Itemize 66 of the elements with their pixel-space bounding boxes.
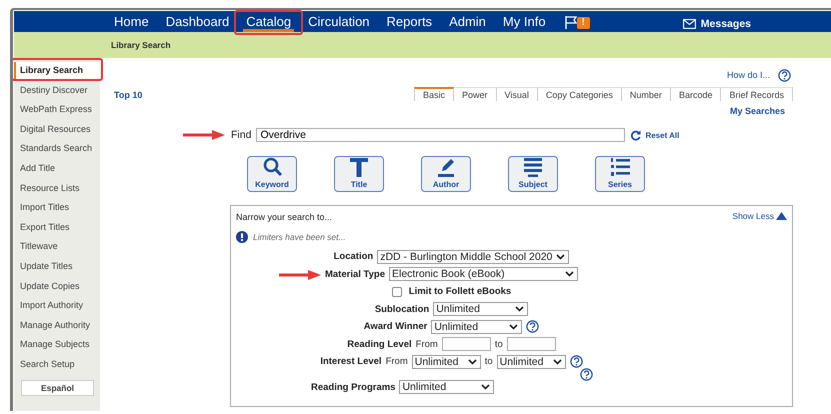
sidebar-item[interactable]: Add Title [14, 160, 100, 180]
search-type-button[interactable]: Author [421, 156, 471, 192]
sidebar-item[interactable]: Update Copies [14, 278, 100, 298]
limiters-notice: Limiters have been set... [253, 232, 346, 242]
sidebar-item[interactable]: Standards Search [14, 140, 100, 160]
search-tab[interactable]: Visual [496, 87, 538, 101]
panel-title: Narrow your search to... [236, 212, 332, 222]
sidebar-item[interactable]: Manage Authority [14, 316, 100, 336]
search-input-field[interactable]: Overdrive [256, 128, 626, 142]
from-label: From [416, 338, 438, 350]
nav-menu-item[interactable]: Admin [446, 11, 489, 32]
sidebar-item[interactable]: Resource Lists [14, 180, 100, 200]
help-link[interactable]: How do I... [726, 70, 770, 80]
reset-all-link[interactable]: Reset All [645, 130, 680, 140]
search-type-button[interactable]: Subject [508, 156, 558, 192]
show-less-link[interactable]: Show Less [732, 210, 787, 220]
dropdown[interactable]: Unlimited [412, 354, 481, 369]
language-button[interactable]: Español [21, 380, 94, 396]
search-type-button[interactable]: Title [334, 156, 384, 192]
search-type-button[interactable]: Keyword [247, 156, 297, 192]
from-label: From [386, 356, 408, 368]
sidebar-item[interactable]: Library Search [14, 62, 101, 79]
sidebar-item[interactable]: Titlewave [14, 238, 100, 258]
nav-menu-item[interactable]: Circulation [305, 11, 373, 32]
nav-menu-item[interactable]: Dashboard [162, 11, 232, 32]
search-tab[interactable]: Barcode [670, 87, 722, 101]
search-tab[interactable]: Copy Categories [538, 87, 622, 101]
sidebar-item[interactable]: Update Titles [14, 258, 100, 278]
breadcrumb-text: Library Search [111, 40, 171, 50]
sidebar-item[interactable]: Export Titles [14, 218, 100, 238]
search-tab[interactable]: Number [622, 87, 671, 101]
sidebar-item[interactable]: Import Titles [14, 199, 100, 219]
nav-menu-item[interactable]: My Info [500, 11, 549, 32]
search-tab[interactable]: Basic [414, 87, 454, 101]
nav-menu-item[interactable]: Home [111, 11, 152, 32]
find-label: Find [231, 129, 252, 141]
nav-menu-item[interactable]: Catalog [243, 11, 294, 32]
my-searches-link[interactable]: My Searches [730, 106, 785, 118]
sidebar-item[interactable]: Manage Subjects [14, 336, 100, 356]
top-10-link[interactable]: Top 10 [114, 90, 142, 100]
search-tab[interactable]: Brief Records [721, 87, 793, 101]
sidebar-item[interactable]: Import Authority [14, 297, 100, 317]
field-label: Reading Level [347, 338, 412, 350]
dropdown[interactable]: Unlimited [399, 380, 494, 394]
messages-link[interactable]: Messages [700, 18, 751, 30]
sidebar-item[interactable]: WebPath Express [14, 101, 100, 121]
field-label: Material Type [324, 268, 385, 280]
field-label: Interest Level [320, 356, 382, 368]
to-label: to [484, 356, 493, 368]
nav-menu-item[interactable]: Reports [384, 11, 436, 32]
search-type-button[interactable]: Series [595, 156, 645, 192]
to-label: to [494, 338, 503, 350]
field-label: Location [334, 251, 374, 262]
sidebar-item[interactable]: Destiny Discover [14, 82, 100, 102]
sidebar-item[interactable]: Search Setup [14, 356, 100, 376]
dropdown[interactable]: Unlimited [431, 320, 522, 334]
search-tab[interactable]: Power [454, 87, 497, 101]
field-label: Sublocation [374, 304, 430, 315]
field-label: Reading Programs [311, 382, 396, 393]
field-label: Award Winner [364, 321, 428, 332]
dropdown[interactable]: zDD - Burlington Middle School 2020 [377, 250, 570, 264]
dropdown[interactable]: Unlimited [496, 354, 566, 369]
dropdown[interactable]: Electronic Book (eBook) [389, 267, 578, 282]
dropdown[interactable]: Unlimited [433, 302, 528, 316]
checkbox-label: Limit to Follett eBooks [408, 286, 512, 298]
sidebar-item[interactable]: Digital Resources [14, 120, 100, 140]
